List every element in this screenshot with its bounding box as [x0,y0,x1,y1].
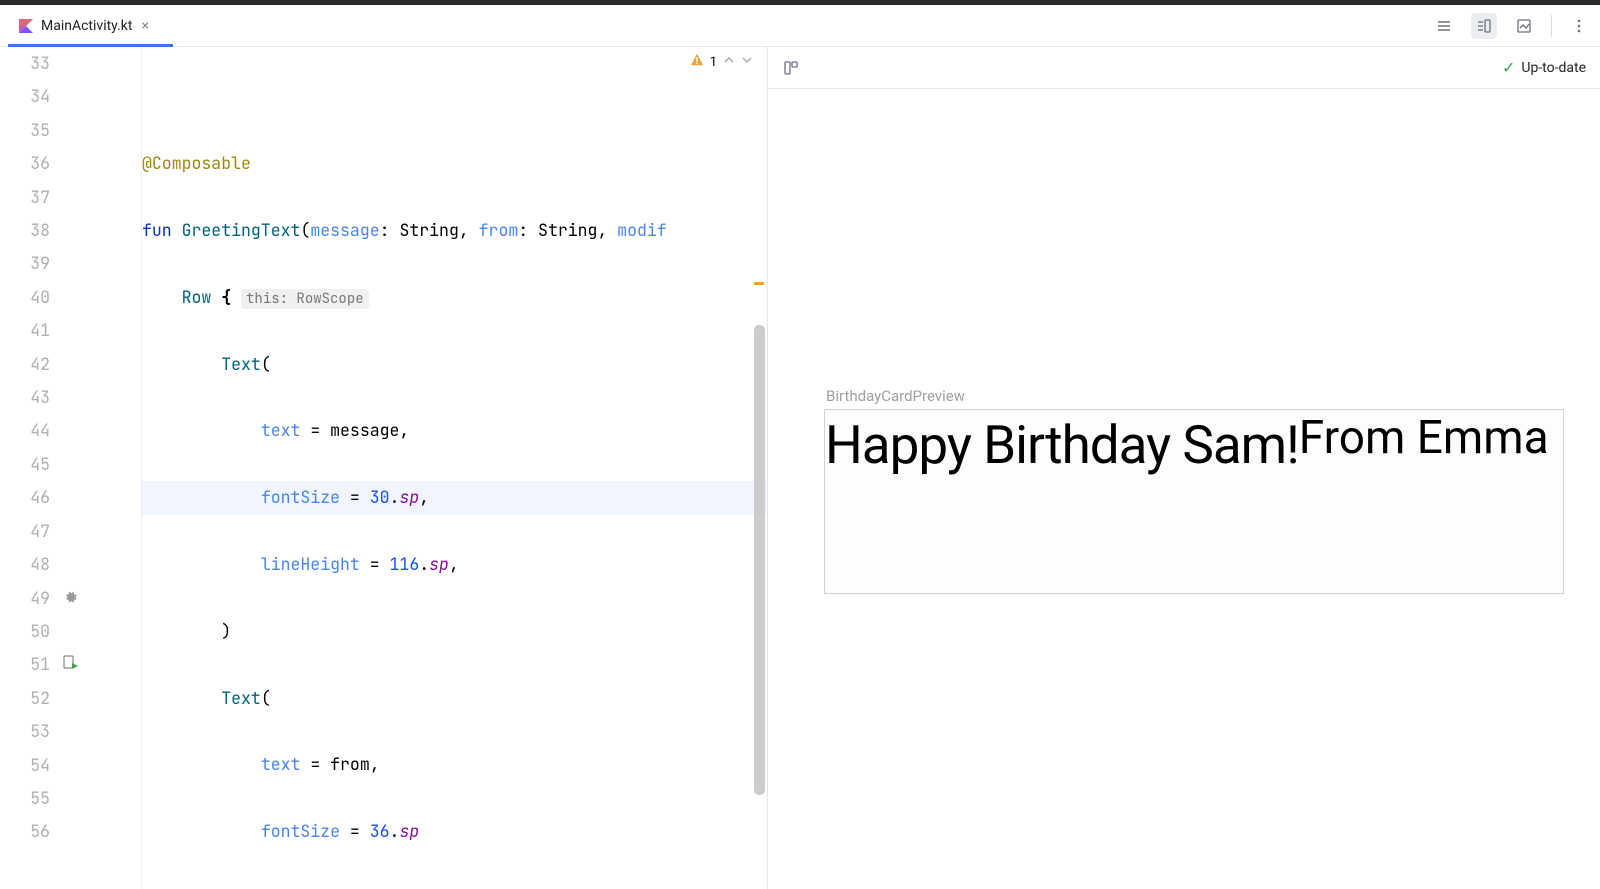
toolbar-divider [1551,15,1552,37]
code-area[interactable]: 33 34 35 36 37 38 39 40 41 42 43 44 45 4… [0,47,767,889]
preview-layout-icon[interactable] [782,59,800,77]
gutter-icons [60,47,90,889]
editor-scrollbar-thumb[interactable] [754,325,765,795]
design-view-icon[interactable] [1515,17,1533,35]
preview-composable-label: BirthdayCardPreview [826,387,965,405]
tab-filename: MainActivity.kt [41,18,132,34]
compose-preview-pane: ✓ Up-to-date BirthdayCardPreview Happy B… [768,47,1600,889]
line-number-gutter: 33 34 35 36 37 38 39 40 41 42 43 44 45 4… [0,47,60,889]
gear-icon[interactable] [63,581,77,614]
preview-rendered-card[interactable]: Happy Birthday Sam! From Emma [824,409,1564,594]
editor-tab-bar: MainActivity.kt × [0,5,1600,47]
preview-toolbar: ✓ Up-to-date [768,47,1600,89]
fold-column [90,47,142,889]
scrollbar-warning-marker[interactable] [754,282,764,285]
run-preview-icon[interactable] [63,648,79,681]
inspection-nav [723,54,753,70]
greeting-message-text: Happy Birthday Sam! [825,410,1299,474]
kotlin-file-icon [18,18,34,34]
list-view-icon[interactable] [1435,17,1453,35]
main-split-area: 1 33 34 35 36 37 38 39 40 41 42 43 44 45 [0,47,1600,889]
preview-build-status: ✓ Up-to-date [1502,58,1586,77]
editor-inspection-status[interactable]: 1 [690,53,753,71]
preview-canvas[interactable]: BirthdayCardPreview Happy Birthday Sam! … [768,89,1600,889]
split-view-icon[interactable] [1471,13,1497,39]
warning-icon [690,53,704,71]
checkmark-icon: ✓ [1502,58,1515,77]
file-tab-mainactivity[interactable]: MainActivity.kt × [8,5,159,46]
more-options-icon[interactable] [1570,17,1588,35]
editor-toolbar-right [1435,13,1588,39]
nav-down-icon[interactable] [741,54,753,70]
greeting-from-text: From Emma [1299,410,1563,461]
code-editor-pane: 1 33 34 35 36 37 38 39 40 41 42 43 44 45 [0,47,768,889]
nav-up-icon[interactable] [723,54,735,70]
tab-close-icon[interactable]: × [141,18,148,34]
status-text: Up-to-date [1521,60,1586,76]
warning-count: 1 [710,55,717,70]
code-content[interactable]: @Composable fun GreetingText(message: St… [142,47,767,889]
